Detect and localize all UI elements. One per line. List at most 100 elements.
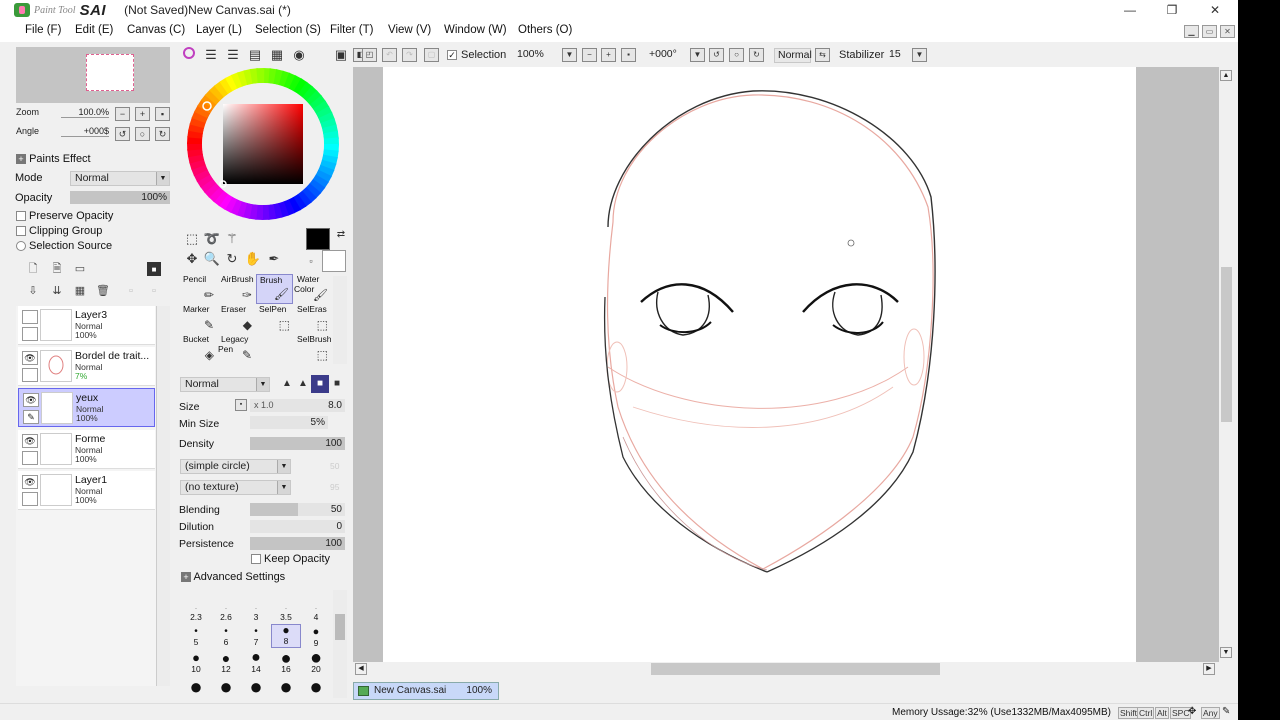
flip-canvas-button[interactable]: ⇆ [815, 48, 830, 62]
canvas-rotate-reset-button[interactable]: ○ [729, 48, 744, 62]
size-preset[interactable]: · 3 [241, 606, 271, 622]
scratchpad-tab-icon[interactable]: ▦ [268, 46, 286, 64]
paints-effect-header[interactable]: + Paints Effect [16, 153, 91, 165]
brush-texture-dropdown[interactable]: (no texture) ▼ [180, 480, 291, 495]
mdi-close-button[interactable]: ✕ [1220, 25, 1235, 38]
rotate-left-button[interactable]: ↺ [115, 127, 130, 141]
color-wheel[interactable] [180, 66, 350, 226]
close-button[interactable]: ✕ [1195, 0, 1235, 20]
zoom-reset-button[interactable]: ▪ [155, 107, 170, 121]
tool-bucket[interactable]: Bucket ◈ [180, 334, 217, 364]
secondary-color-swatch[interactable] [322, 250, 346, 272]
layer-row-yeux[interactable]: 👁 ✎ yeux Normal 100% [18, 388, 155, 427]
size-preset-selected[interactable]: ● 8 [271, 624, 301, 648]
size-preset[interactable]: · 2.3 [181, 606, 211, 622]
size-preset[interactable]: ● 14 [241, 650, 271, 675]
new-layer-icon[interactable]: 🗋 [26, 262, 40, 276]
visibility-toggle[interactable]: 👁 [23, 393, 39, 407]
zoom-in-button[interactable]: + [135, 107, 150, 121]
brush-shape-square-icon[interactable]: ■ [328, 375, 346, 393]
eyedropper-icon[interactable]: ✒ [265, 250, 283, 268]
apply-mask-icon[interactable]: ▫ [124, 284, 138, 298]
layer-lock-toggle[interactable] [22, 368, 38, 382]
tool-legacy-pen[interactable]: Legacy Pen ✎ [218, 334, 255, 364]
layer-row-layer3[interactable]: Layer3 Normal 100% [18, 306, 155, 345]
color-wheel-graphic[interactable] [180, 66, 350, 226]
min-size-slider[interactable]: 5% [250, 416, 328, 429]
tool-airbrush[interactable]: AirBrush ✑ [218, 274, 255, 304]
rgb-slider-tab-icon[interactable]: ☰ [202, 46, 220, 64]
size-preset[interactable]: ● 16 [271, 649, 301, 674]
selection-source-radio[interactable] [16, 241, 26, 251]
size-preset-large[interactable]: ● [211, 676, 241, 698]
mdi-minimize-button[interactable]: ▁ [1184, 25, 1199, 38]
canvas-horizontal-scrollbar[interactable]: ◀ ▶ [353, 662, 1219, 677]
tool-grid-scrollbar[interactable] [333, 276, 347, 364]
menu-file[interactable]: File (F) [25, 24, 61, 36]
clipping-group-checkbox[interactable] [16, 226, 26, 236]
redo-button[interactable]: ↷ [402, 48, 417, 62]
tool-selbrush[interactable]: SelBrush ⬚ [294, 334, 332, 364]
menu-canvas[interactable]: Canvas (C) [127, 24, 185, 36]
layer-lock-toggle[interactable]: ✎ [23, 410, 39, 424]
magic-wand-icon[interactable]: ⚚ [223, 230, 241, 248]
menu-view[interactable]: View (V) [388, 24, 431, 36]
hue-segment[interactable] [256, 68, 265, 84]
mdi-restore-button[interactable]: ▭ [1202, 25, 1217, 38]
angle-value[interactable]: +000$ [61, 126, 109, 137]
layer-lock-toggle[interactable] [22, 492, 38, 506]
move-icon[interactable]: ✥ [183, 250, 201, 268]
vertical-scroll-thumb[interactable] [1221, 267, 1232, 422]
visibility-toggle[interactable]: 👁 [22, 475, 38, 489]
scroll-thumb[interactable] [335, 614, 345, 640]
size-preset[interactable]: ● 12 [211, 651, 241, 674]
zoom-field[interactable]: 100% [514, 48, 562, 63]
color-wheel-tab-icon[interactable] [180, 46, 198, 64]
size-preset[interactable]: · 3.5 [271, 606, 301, 622]
brush-shape-soft-icon[interactable]: ▲ [294, 375, 312, 393]
rotate-reset-button[interactable]: ○ [135, 127, 150, 141]
rotate-right-button[interactable]: ↻ [155, 127, 170, 141]
menu-selection[interactable]: Selection (S) [255, 24, 321, 36]
zoom-value[interactable]: 100.0% [61, 107, 109, 118]
horizontal-scroll-thumb[interactable] [651, 663, 940, 675]
size-preset-large[interactable]: ● [271, 676, 301, 698]
size-preset-large[interactable]: ● [301, 676, 331, 698]
scroll-up-icon[interactable]: ▲ [1220, 70, 1232, 81]
undo-button[interactable]: ↶ [382, 48, 397, 62]
opacity-slider[interactable]: 100% [70, 191, 170, 204]
canvas-rotate-right-button[interactable]: ↻ [749, 48, 764, 62]
visibility-toggle[interactable]: 👁 [22, 434, 38, 448]
tool-seleras[interactable]: SelEras ⬚ [294, 304, 331, 334]
menu-others[interactable]: Others (O) [518, 24, 572, 36]
size-preset[interactable]: ● 9 [301, 626, 331, 648]
layer-row-forme[interactable]: 👁 Forme Normal 100% [18, 430, 155, 469]
drawing-canvas[interactable] [383, 67, 1136, 662]
select-all-button[interactable]: ◰ [362, 48, 377, 62]
size-preset[interactable]: • 5 [181, 626, 211, 647]
colormix-tab-icon[interactable]: ◉ [290, 46, 308, 64]
navigator-viewport-frame[interactable] [86, 54, 134, 91]
brush-shape-flat-icon[interactable]: ■ [311, 375, 329, 393]
size-preset-large[interactable]: ● [181, 676, 211, 698]
document-tab-new-canvas[interactable]: New Canvas.sai 100% [353, 682, 499, 700]
scroll-down-icon[interactable]: ▼ [1220, 647, 1232, 658]
menu-filter[interactable]: Filter (T) [330, 24, 373, 36]
new-folder-icon[interactable]: ▭ [73, 262, 87, 276]
selection-visibility-checkbox[interactable]: ✓ [447, 50, 457, 60]
tool-watercolor[interactable]: Water Color 🖌 [294, 274, 331, 304]
size-preset[interactable]: · 4 [301, 606, 331, 622]
new-linework-layer-icon[interactable]: 🗎 [50, 262, 64, 276]
layer-mode-dropdown[interactable]: Normal ▼ [70, 171, 170, 186]
lasso-icon[interactable]: ➰ [203, 230, 221, 248]
tool-brush[interactable]: Brush 🖌 [256, 274, 293, 304]
layer-row-bordel[interactable]: 👁 Bordel de trait... Normal 7% [18, 347, 155, 386]
size-slider[interactable]: x 1.0 8.0 [250, 399, 345, 412]
size-preset[interactable]: • 6 [211, 626, 241, 647]
canvas-zoom-in-button[interactable]: + [601, 48, 616, 62]
canvas-zoom-reset-button[interactable]: ▪ [621, 48, 636, 62]
view-mode-field[interactable]: Normal [774, 48, 812, 63]
menu-edit[interactable]: Edit (E) [75, 24, 113, 36]
tool-eraser[interactable]: Eraser ◆ [218, 304, 255, 334]
brush-blend-dropdown[interactable]: Normal ▼ [180, 377, 270, 392]
